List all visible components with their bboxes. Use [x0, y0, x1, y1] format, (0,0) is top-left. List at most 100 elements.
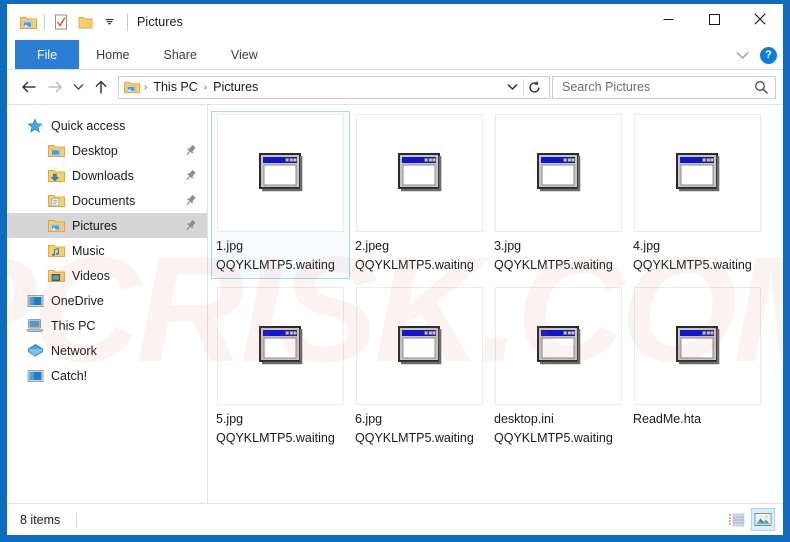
status-bar: 8 items [7, 503, 783, 535]
file-name: ReadMe.hta [633, 412, 702, 426]
file-name: desktop.ini [494, 412, 554, 426]
desktop-folder-icon [47, 142, 65, 160]
file-name-suffix: QQYKLMTP5.waiting [494, 431, 613, 445]
file-item[interactable]: desktop.ini QQYKLMTP5.waiting [489, 284, 628, 452]
details-view-button[interactable] [724, 508, 748, 531]
tab-file[interactable]: File [15, 40, 80, 69]
sidebar-item-label: Quick access [51, 118, 126, 133]
generic-window-file-icon [356, 287, 483, 405]
sidebar-item-label: Downloads [72, 168, 134, 183]
customize-chevron-icon[interactable] [97, 10, 121, 34]
sidebar-item-label: This PC [51, 318, 96, 333]
pin-icon[interactable] [183, 144, 197, 158]
file-name: 1.jpg [216, 239, 244, 253]
network-icon [26, 342, 44, 360]
file-list-pane[interactable]: 1.jpg QQYKLMTP5.waiting 2.jpeg QQYKLMTP5.wa… [208, 105, 783, 503]
close-button[interactable] [737, 4, 783, 34]
file-name: 2.jpeg [355, 239, 390, 253]
pictures-folder-icon [47, 217, 65, 235]
onedrive-icon [26, 292, 44, 310]
breadcrumb-folder-icon [124, 80, 141, 95]
window-title: Pictures [137, 15, 183, 29]
back-button[interactable] [16, 74, 42, 100]
sidebar-item-label: Catch! [51, 368, 88, 383]
address-bar-row: › This PC › Pictures [7, 70, 783, 104]
refresh-icon[interactable] [524, 77, 545, 98]
generic-window-file-icon [217, 114, 344, 232]
quick-access-toolbar: Pictures [7, 10, 183, 34]
catch-icon [26, 367, 44, 385]
tab-home[interactable]: Home [79, 40, 146, 69]
generic-window-file-icon [495, 114, 622, 232]
sidebar-item-label: Videos [72, 268, 110, 283]
large-icons-view-button[interactable] [751, 508, 775, 531]
file-item[interactable]: 5.jpg QQYKLMTP5.waiting [211, 284, 350, 452]
maximize-button[interactable] [691, 4, 737, 34]
minimize-button[interactable] [645, 4, 691, 34]
title-separator [127, 13, 128, 31]
chevron-down-icon[interactable] [729, 42, 755, 68]
generic-window-file-icon [634, 287, 761, 405]
up-button[interactable] [88, 74, 114, 100]
address-bar[interactable]: › This PC › Pictures [118, 75, 550, 99]
breadcrumb-pictures[interactable]: Pictures [210, 80, 261, 94]
file-name: 3.jpg [494, 239, 522, 253]
sidebar-item-catch[interactable]: Catch! [7, 363, 207, 388]
file-name-suffix: QQYKLMTP5.waiting [633, 258, 752, 272]
search-icon[interactable] [754, 80, 769, 95]
search-box[interactable] [552, 75, 776, 99]
item-count-label: 8 items [20, 512, 61, 527]
sidebar-item-label: Desktop [72, 143, 118, 158]
pin-icon[interactable] [183, 169, 197, 183]
file-name-suffix: QQYKLMTP5.waiting [494, 258, 613, 272]
sidebar-item-onedrive[interactable]: OneDrive [7, 288, 207, 313]
forward-button[interactable] [42, 74, 68, 100]
sidebar-item-downloads[interactable]: Downloads [7, 163, 207, 188]
file-name-suffix: QQYKLMTP5.waiting [216, 258, 335, 272]
search-input[interactable] [562, 80, 754, 94]
title-bar: Pictures [7, 4, 783, 40]
sidebar-item-pictures[interactable]: Pictures [7, 213, 207, 238]
sidebar-item-videos[interactable]: Videos [7, 263, 207, 288]
file-item[interactable]: 2.jpeg QQYKLMTP5.waiting [350, 111, 489, 279]
sidebar-item-quick-access[interactable]: Quick access [7, 113, 207, 138]
sidebar-item-label: Network [51, 343, 97, 358]
file-item[interactable]: 3.jpg QQYKLMTP5.waiting [489, 111, 628, 279]
pin-icon[interactable] [183, 194, 197, 208]
file-item[interactable]: 6.jpg QQYKLMTP5.waiting [350, 284, 489, 452]
file-item[interactable]: 4.jpg QQYKLMTP5.waiting [628, 111, 767, 279]
file-name: 6.jpg [355, 412, 383, 426]
file-name: 4.jpg [633, 239, 661, 253]
help-button[interactable]: ? [760, 46, 777, 64]
tab-share[interactable]: Share [147, 40, 214, 69]
tab-view[interactable]: View [214, 40, 275, 69]
address-dropdown-icon[interactable] [502, 77, 523, 98]
pin-icon[interactable] [183, 219, 197, 233]
sidebar-item-documents[interactable]: Documents [7, 188, 207, 213]
breadcrumb-this-pc[interactable]: This PC [150, 80, 200, 94]
new-folder-icon[interactable] [73, 10, 97, 34]
sidebar-item-this-pc[interactable]: This PC [7, 313, 207, 338]
recent-locations-icon[interactable] [68, 74, 88, 100]
explorer-window: Pictures File Home Share View ? › This P… [0, 0, 790, 542]
sidebar-item-desktop[interactable]: Desktop [7, 138, 207, 163]
file-item[interactable]: ReadMe.hta [628, 284, 767, 452]
sidebar-item-network[interactable]: Network [7, 338, 207, 363]
music-folder-icon [47, 242, 65, 260]
toolbar-separator [44, 14, 45, 30]
this-pc-icon [26, 317, 44, 335]
ribbon-right-controls: ? [729, 40, 777, 70]
generic-window-file-icon [356, 114, 483, 232]
file-item[interactable]: 1.jpg QQYKLMTP5.waiting [211, 111, 350, 279]
properties-icon[interactable] [49, 10, 73, 34]
sidebar-item-label: Music [72, 243, 105, 258]
pictures-folder-icon[interactable] [16, 10, 40, 34]
breadcrumb-separator: › [144, 81, 148, 93]
file-name-suffix: QQYKLMTP5.waiting [355, 258, 474, 272]
file-grid: 1.jpg QQYKLMTP5.waiting 2.jpeg QQYKLMTP5.wa… [211, 111, 783, 457]
window-controls [645, 4, 783, 34]
view-buttons [724, 508, 775, 531]
sidebar-item-label: OneDrive [51, 293, 104, 308]
sidebar-item-music[interactable]: Music [7, 238, 207, 263]
videos-folder-icon [47, 267, 65, 285]
